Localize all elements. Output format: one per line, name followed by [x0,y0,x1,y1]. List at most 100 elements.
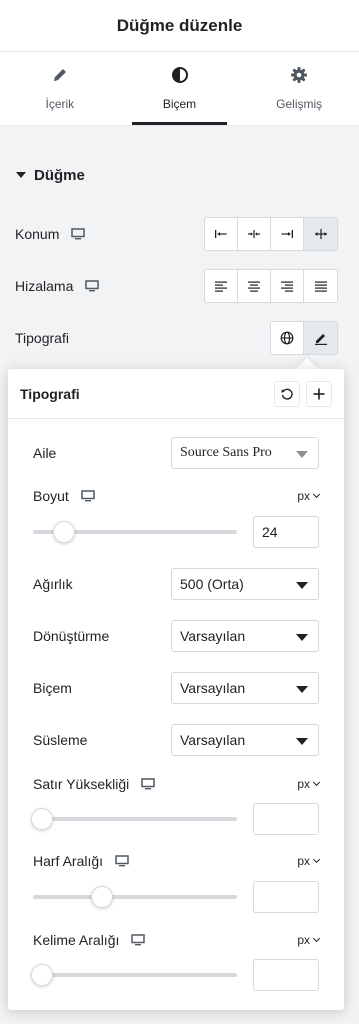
reset-button[interactable] [274,380,300,407]
font-family-select[interactable]: Source Sans Pro [171,437,319,469]
letter-spacing-input[interactable] [253,881,319,913]
plus-icon [313,388,325,399]
font-style-select[interactable]: Varsayılan [171,672,319,704]
global-typography-button[interactable] [271,322,304,354]
text-decoration-row: Süsleme Varsayılan [33,724,319,756]
font-weight-value: 500 (Orta) [180,576,244,592]
font-style-row: Biçem Varsayılan [33,672,319,704]
alignment-button-group [204,269,338,303]
letter-spacing-row: Harf Aralığı px [33,845,321,877]
dropdown-arrow-icon [296,634,308,641]
align-center-button[interactable] [238,270,271,302]
position-end-button[interactable] [271,218,304,250]
font-size-input[interactable]: 24 [253,516,319,548]
slider-thumb[interactable] [31,964,53,986]
text-decoration-select[interactable]: Varsayılan [171,724,319,756]
slider-thumb[interactable] [31,808,53,830]
pencil-icon [314,334,327,345]
desktop-icon[interactable] [85,280,100,292]
align-left-button[interactable] [205,270,238,302]
desktop-icon[interactable] [131,934,146,946]
align-center-icon [248,230,260,238]
unit-label: px [297,489,310,503]
slider-thumb[interactable] [52,521,75,543]
stretch-icon [314,229,327,239]
align-end-icon [281,230,293,238]
font-family-row: Aile Source Sans Pro [33,437,319,469]
font-family-value: Source Sans Pro [180,445,272,460]
position-stretch-button[interactable] [304,218,337,250]
tab-label: Biçem [162,97,197,111]
text-align-right-icon [281,281,293,292]
tab-content[interactable]: İçerik [0,52,120,125]
tab-label: Gelişmiş [276,97,323,111]
word-spacing-slider-row [31,959,319,991]
line-height-input[interactable] [253,803,319,835]
text-align-justify-icon [314,281,327,292]
text-align-left-icon [215,281,227,292]
dropdown-arrow-icon [296,451,308,458]
chevron-down-icon [312,934,321,943]
alignment-label: Hizalama [15,278,74,294]
font-weight-row: Ağırlık 500 (Orta) [33,568,319,600]
text-align-center-icon [248,281,260,292]
typography-label: Tipografi [15,330,69,346]
dropdown-arrow-icon [296,686,308,693]
letter-spacing-slider[interactable] [33,886,237,908]
word-spacing-row: Kelime Aralığı px [33,924,321,956]
text-transform-value: Varsayılan [180,628,246,644]
chevron-down-icon [312,778,321,787]
edit-typography-button[interactable] [304,322,337,354]
popover-actions [274,380,332,407]
position-center-button[interactable] [238,218,271,250]
add-global-button[interactable] [306,380,332,407]
dropdown-arrow-icon [296,582,308,589]
letter-spacing-unit-select[interactable]: px [297,854,321,868]
position-control: Konum [15,217,338,251]
word-spacing-slider[interactable] [31,964,237,986]
desktop-icon[interactable] [141,778,155,790]
tab-bar: İçerik Biçem Gelişmiş [0,52,359,126]
word-spacing-label: Kelime Aralığı [33,932,120,948]
font-size-row: Boyut px [33,480,321,512]
position-start-button[interactable] [205,218,238,250]
text-decoration-value: Varsayılan [180,732,246,748]
chevron-down-icon [312,490,321,499]
typography-button-group [270,321,338,355]
line-height-row: Satır Yüksekliği px [33,768,321,800]
font-size-slider-row: 24 [33,516,319,548]
dropdown-arrow-icon [296,738,308,745]
font-weight-select[interactable]: 500 (Orta) [171,568,319,600]
tab-style[interactable]: Biçem [120,52,240,125]
align-start-icon [215,230,227,238]
unit-label: px [297,933,310,947]
section-toggle[interactable]: Düğme [16,164,85,186]
popover-title: Tipografi [20,385,80,402]
word-spacing-input[interactable] [253,959,319,991]
chevron-down-icon [312,855,321,864]
word-spacing-unit-select[interactable]: px [297,933,321,947]
slider-thumb[interactable] [91,886,114,908]
desktop-icon[interactable] [115,855,129,867]
globe-icon [280,331,294,345]
line-height-slider-row [31,803,319,835]
line-height-unit-select[interactable]: px [297,777,321,791]
font-family-label: Aile [33,445,57,461]
align-justify-button[interactable] [304,270,337,302]
contrast-icon [171,66,189,89]
desktop-icon[interactable] [71,228,86,240]
gear-icon [290,66,308,89]
font-size-slider[interactable] [33,521,237,543]
popover-header: Tipografi [8,369,344,419]
tab-advanced[interactable]: Gelişmiş [239,52,359,125]
font-weight-label: Ağırlık [33,576,73,592]
desktop-icon[interactable] [81,490,95,502]
letter-spacing-label: Harf Aralığı [33,853,104,869]
unit-label: px [297,777,310,791]
text-transform-select[interactable]: Varsayılan [171,620,319,652]
position-label: Konum [15,226,60,242]
line-height-slider[interactable] [31,808,237,830]
unit-label: px [297,854,310,868]
font-size-unit-select[interactable]: px [297,489,321,503]
align-right-button[interactable] [271,270,304,302]
